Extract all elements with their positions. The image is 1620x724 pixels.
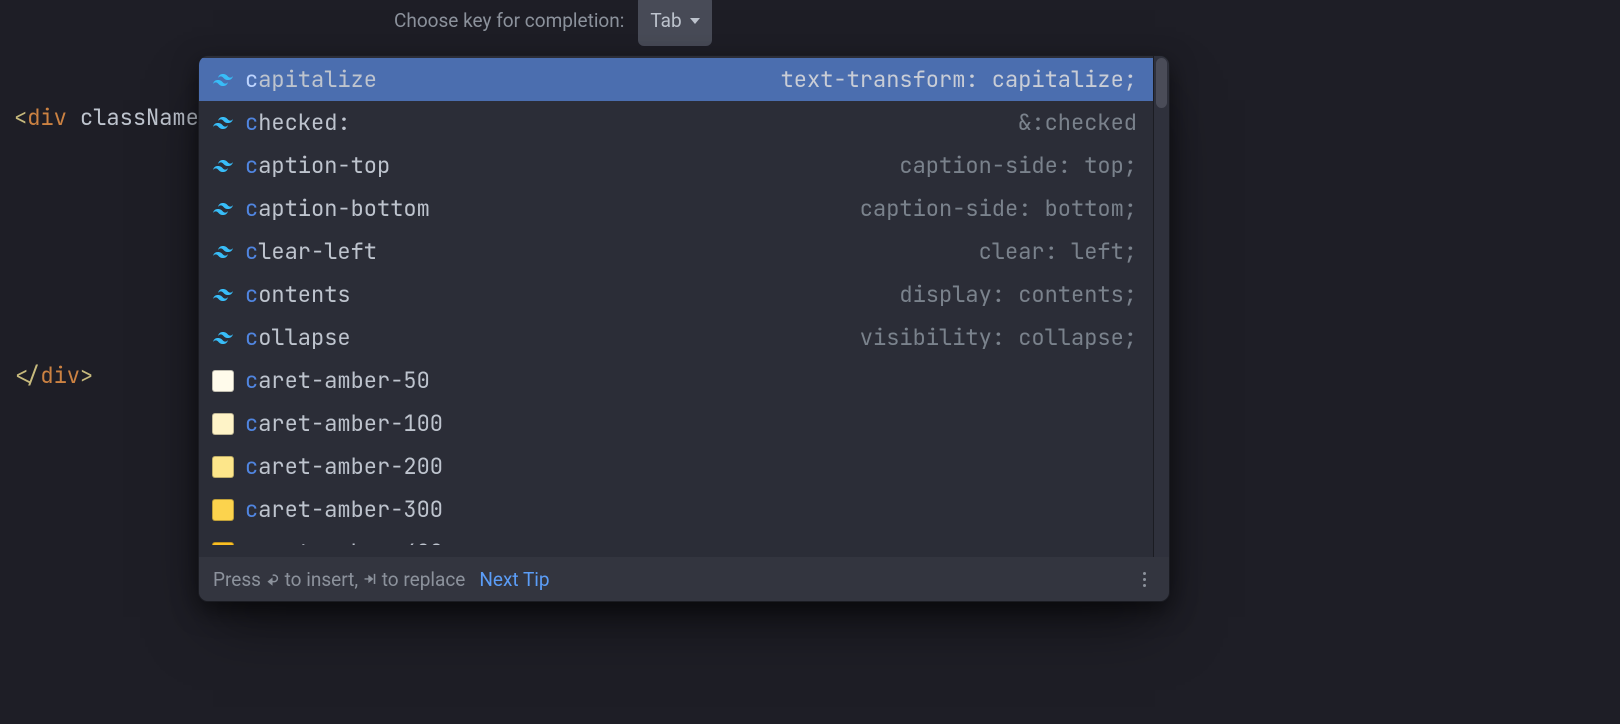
more-options-icon[interactable] [1133,568,1155,590]
tailwind-icon [211,111,235,135]
color-swatch-icon [211,369,235,393]
code-punct: </ [14,361,40,390]
tailwind-icon [211,154,235,178]
completion-item-label: caption-bottom [245,194,850,223]
completion-item-label: caption-top [245,151,889,180]
completion-key-value: Tab [650,0,681,42]
code-punct: > [80,361,93,390]
color-swatch-icon [211,455,235,479]
completion-item-label: caret-amber-300 [245,495,1127,524]
completion-item[interactable]: capitalize text-transform: capitalize; [199,58,1153,101]
completion-key-hint-label: Choose key for completion: [394,0,624,42]
color-swatch-icon [211,498,235,522]
completion-item-label: caret-amber-100 [245,409,1127,438]
completion-item[interactable]: collapse visibility: collapse; [199,316,1153,359]
chevron-down-icon [690,18,700,24]
completion-item[interactable]: caret-amber-400 [199,531,1153,545]
tab-key-icon: ⇥ [364,567,376,591]
completion-item-label: contents [245,280,889,309]
completion-item[interactable]: clear-left clear: left; [199,230,1153,273]
completion-footer: Press ↩ to insert, ⇥ to replace Next Tip [199,557,1169,601]
completion-item-label: caret-amber-400 [245,538,1127,545]
completion-item-info: caption-side: bottom; [860,194,1137,223]
completion-scrollbar[interactable] [1153,56,1169,557]
completion-item[interactable]: checked: &:checked [199,101,1153,144]
completion-item-label: caret-amber-50 [245,366,1127,395]
completion-scrollbar-thumb[interactable] [1156,58,1167,108]
completion-item-label: checked: [245,108,1008,137]
tailwind-icon [211,283,235,307]
completion-item-label: capitalize [245,65,771,94]
code-space [67,103,80,132]
tailwind-icon [211,68,235,92]
completion-item-info: display: contents; [899,280,1137,309]
completion-item-info: text-transform: capitalize; [781,65,1137,94]
completion-item[interactable]: caret-amber-50 [199,359,1153,402]
completion-item[interactable]: caret-amber-200 [199,445,1153,488]
tailwind-icon [211,326,235,350]
code-tag: div [40,361,80,390]
color-swatch-icon [211,541,235,546]
tailwind-icon [211,197,235,221]
footer-hint-replace: to replace [382,568,466,591]
footer-hint-press: Press [213,568,261,591]
completion-item[interactable]: contents display: contents; [199,273,1153,316]
completion-key-dropdown[interactable]: Tab [638,0,711,46]
completion-item[interactable]: caption-bottom caption-side: bottom; [199,187,1153,230]
color-swatch-icon [211,412,235,436]
code-punct: < [14,103,27,132]
code-attr: className [80,103,199,132]
tailwind-icon [211,240,235,264]
completion-key-hint: Choose key for completion: Tab [394,2,712,39]
completion-item-label: caret-amber-200 [245,452,1127,481]
completion-item-info: clear: left; [979,237,1137,266]
enter-key-icon: ↩ [267,567,279,591]
completion-item-info: caption-side: top; [899,151,1137,180]
next-tip-link[interactable]: Next Tip [479,568,549,591]
completion-item[interactable]: caret-amber-100 [199,402,1153,445]
completion-item[interactable]: caret-amber-300 [199,488,1153,531]
completion-item[interactable]: caption-top caption-side: top; [199,144,1153,187]
footer-hint-insert: to insert, [285,568,358,591]
completion-item-label: clear-left [245,237,969,266]
completion-item-info: &:checked [1018,108,1137,137]
completion-item-info: visibility: collapse; [860,323,1137,352]
completion-list: capitalize text-transform: capitalize; che… [199,56,1169,557]
code-tag: div [27,103,67,132]
completion-popup: capitalize text-transform: capitalize; che… [198,55,1170,602]
completion-item-label: collapse [245,323,850,352]
